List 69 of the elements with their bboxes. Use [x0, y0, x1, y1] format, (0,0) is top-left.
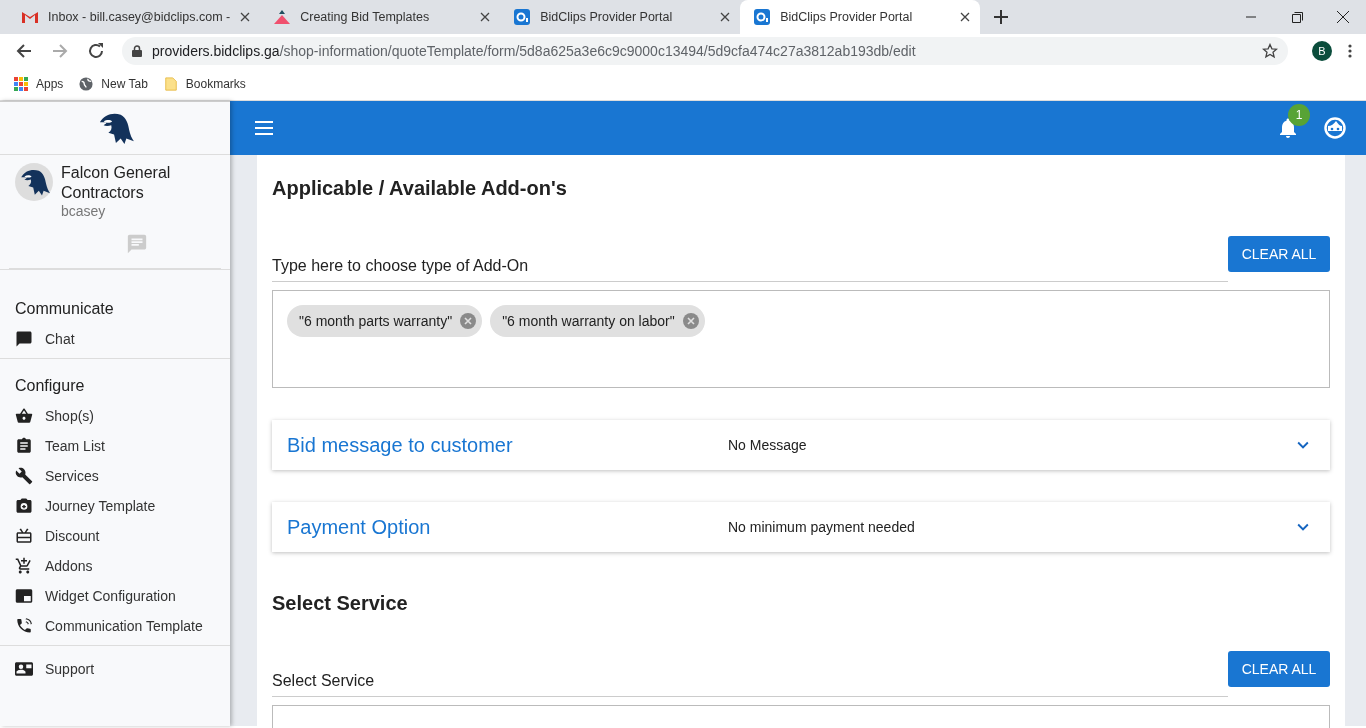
browser-tab[interactable]: Inbox - bill.casey@bidclips.com -	[8, 0, 261, 34]
sidebar-item[interactable]: Team List	[45, 438, 105, 454]
sidebar-item[interactable]: Journey Template	[45, 498, 156, 514]
contact-card-icon	[15, 660, 33, 678]
sidebar-item[interactable]: Addons	[45, 558, 93, 574]
mail-icon	[22, 9, 38, 25]
section-title: Applicable / Available Add-on's	[272, 177, 568, 200]
menu-icon[interactable]	[254, 120, 274, 136]
browser-tab[interactable]: Creating Bid Templates	[260, 0, 501, 34]
addon-chip[interactable]: "6 month warranty on labor"	[490, 305, 705, 337]
address-bar[interactable]: providers.bidclips.ga/shop-information/quoteTemplate/form/5d8a625a3e6c9c9000c13494/5d9cfa474c27a3812ab193db/edit	[122, 37, 1288, 65]
panel-title: Bid message to customer	[287, 433, 514, 457]
back-arrow-icon[interactable]	[15, 42, 33, 60]
close-icon[interactable]	[960, 12, 971, 22]
addon-chip[interactable]: "6 month parts warranty"	[287, 305, 483, 337]
chat-icon	[15, 330, 33, 348]
service-field[interactable]: Select Service	[272, 668, 1228, 697]
remove-icon[interactable]	[680, 311, 701, 331]
wrench-icon	[15, 467, 33, 485]
panel-title: Payment Option	[287, 515, 432, 539]
camera-icon	[15, 497, 33, 515]
clipboard-icon	[15, 437, 33, 455]
basket-icon	[15, 407, 33, 425]
sidebar-item[interactable]: Support	[45, 661, 95, 677]
sidebar-item[interactable]: Services	[45, 468, 99, 484]
apps-grid-icon	[14, 77, 28, 91]
bookmark-link[interactable]: Bookmarks	[185, 77, 246, 91]
section-heading: Communicate	[14, 299, 115, 319]
profile-avatar[interactable]: B	[1312, 41, 1332, 61]
widget-icon	[15, 587, 33, 605]
bookmark-link[interactable]: Apps	[36, 77, 64, 91]
close-icon[interactable]	[240, 12, 251, 22]
folder-icon	[163, 77, 178, 91]
company-name: Falcon General Contractors	[61, 163, 172, 203]
username: bcasey	[61, 203, 107, 219]
portal-logo-icon	[514, 9, 531, 25]
section-title: Select Service	[272, 592, 409, 615]
section-heading: Configure	[14, 376, 86, 396]
reload-icon[interactable]	[87, 42, 105, 60]
panel-summary: No minimum payment needed	[728, 519, 916, 535]
face-icon[interactable]	[1324, 117, 1346, 139]
sidebar-item[interactable]: Shop(s)	[45, 408, 95, 424]
star-icon[interactable]	[1262, 43, 1278, 59]
close-icon[interactable]	[480, 12, 491, 22]
bookmark-link[interactable]: New Tab	[101, 77, 148, 91]
triangle-logo-icon	[274, 9, 291, 25]
browser-tab[interactable]: BidClips Provider Portal	[500, 0, 741, 34]
portal-logo-icon	[754, 9, 771, 25]
notification-badge: 1	[1288, 104, 1310, 126]
browser-tab[interactable]: BidClips Provider Portal	[740, 0, 981, 34]
sidebar-item[interactable]: Widget Configuration	[45, 588, 176, 604]
sidebar-item[interactable]: Communication Template	[45, 618, 203, 634]
phone-icon	[15, 617, 33, 635]
expansion-panel[interactable]: Bid message to customer No Message	[272, 420, 1330, 470]
close-icon[interactable]	[720, 12, 731, 22]
sidebar-item[interactable]: Discount	[45, 528, 100, 544]
panel-summary: No Message	[728, 437, 808, 453]
clear-all-button[interactable]: CLEAR ALL	[1228, 651, 1330, 687]
clear-all-button[interactable]: CLEAR ALL	[1228, 236, 1330, 272]
globe-icon	[79, 77, 94, 91]
remove-icon[interactable]	[458, 311, 479, 331]
expansion-panel[interactable]: Payment Option No minimum payment needed	[272, 502, 1330, 552]
addon-type-field[interactable]: Type here to choose type of Add-On	[272, 253, 1228, 282]
cart-add-icon	[15, 557, 33, 575]
more-options-icon[interactable]	[1348, 44, 1352, 58]
lock-icon	[132, 45, 142, 57]
url-text: providers.bidclips.ga/shop-information/quoteTemplate/form/5d8a625a3e6c9c9000c13494/5d9cfa474c27a3812ab193db/edit	[152, 43, 916, 59]
sidebar-item[interactable]: Chat	[45, 331, 75, 347]
plus-icon[interactable]	[992, 8, 1011, 26]
